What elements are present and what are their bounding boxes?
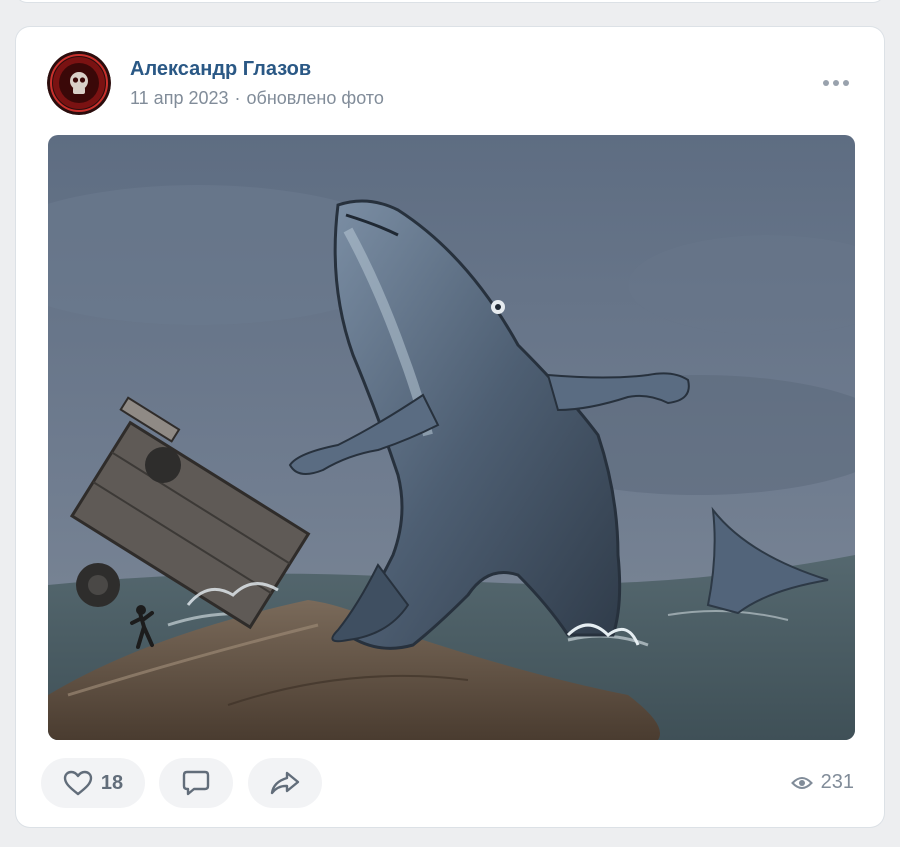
eye-icon [790, 776, 813, 789]
views-counter: 231 [790, 771, 854, 794]
author-name-link[interactable]: Александр Глазов [130, 58, 311, 81]
more-dots-icon [823, 80, 849, 86]
share-button[interactable] [248, 758, 322, 808]
views-count: 231 [820, 771, 854, 793]
comment-icon [182, 770, 210, 796]
meta-separator: · [234, 88, 241, 108]
post-meta: 11 апр 2023 · обновлено фото [130, 88, 384, 109]
comment-button[interactable] [159, 758, 233, 808]
heart-icon [63, 770, 93, 796]
like-button[interactable]: 18 [41, 758, 145, 808]
more-options-button[interactable] [816, 71, 856, 95]
previous-post-card-edge [16, 0, 884, 2]
post-action-text: обновлено фото [246, 88, 384, 108]
like-count: 18 [100, 771, 124, 794]
whale-painting-illustration [48, 135, 855, 740]
author-avatar[interactable] [47, 51, 111, 115]
share-icon [270, 771, 300, 795]
post-photo[interactable] [48, 135, 855, 740]
post-card: Александр Глазов 11 апр 2023 · обновлено ф… [16, 27, 884, 827]
avatar-emblem-icon [47, 51, 111, 115]
post-date[interactable]: 11 апр 2023 [130, 88, 229, 108]
